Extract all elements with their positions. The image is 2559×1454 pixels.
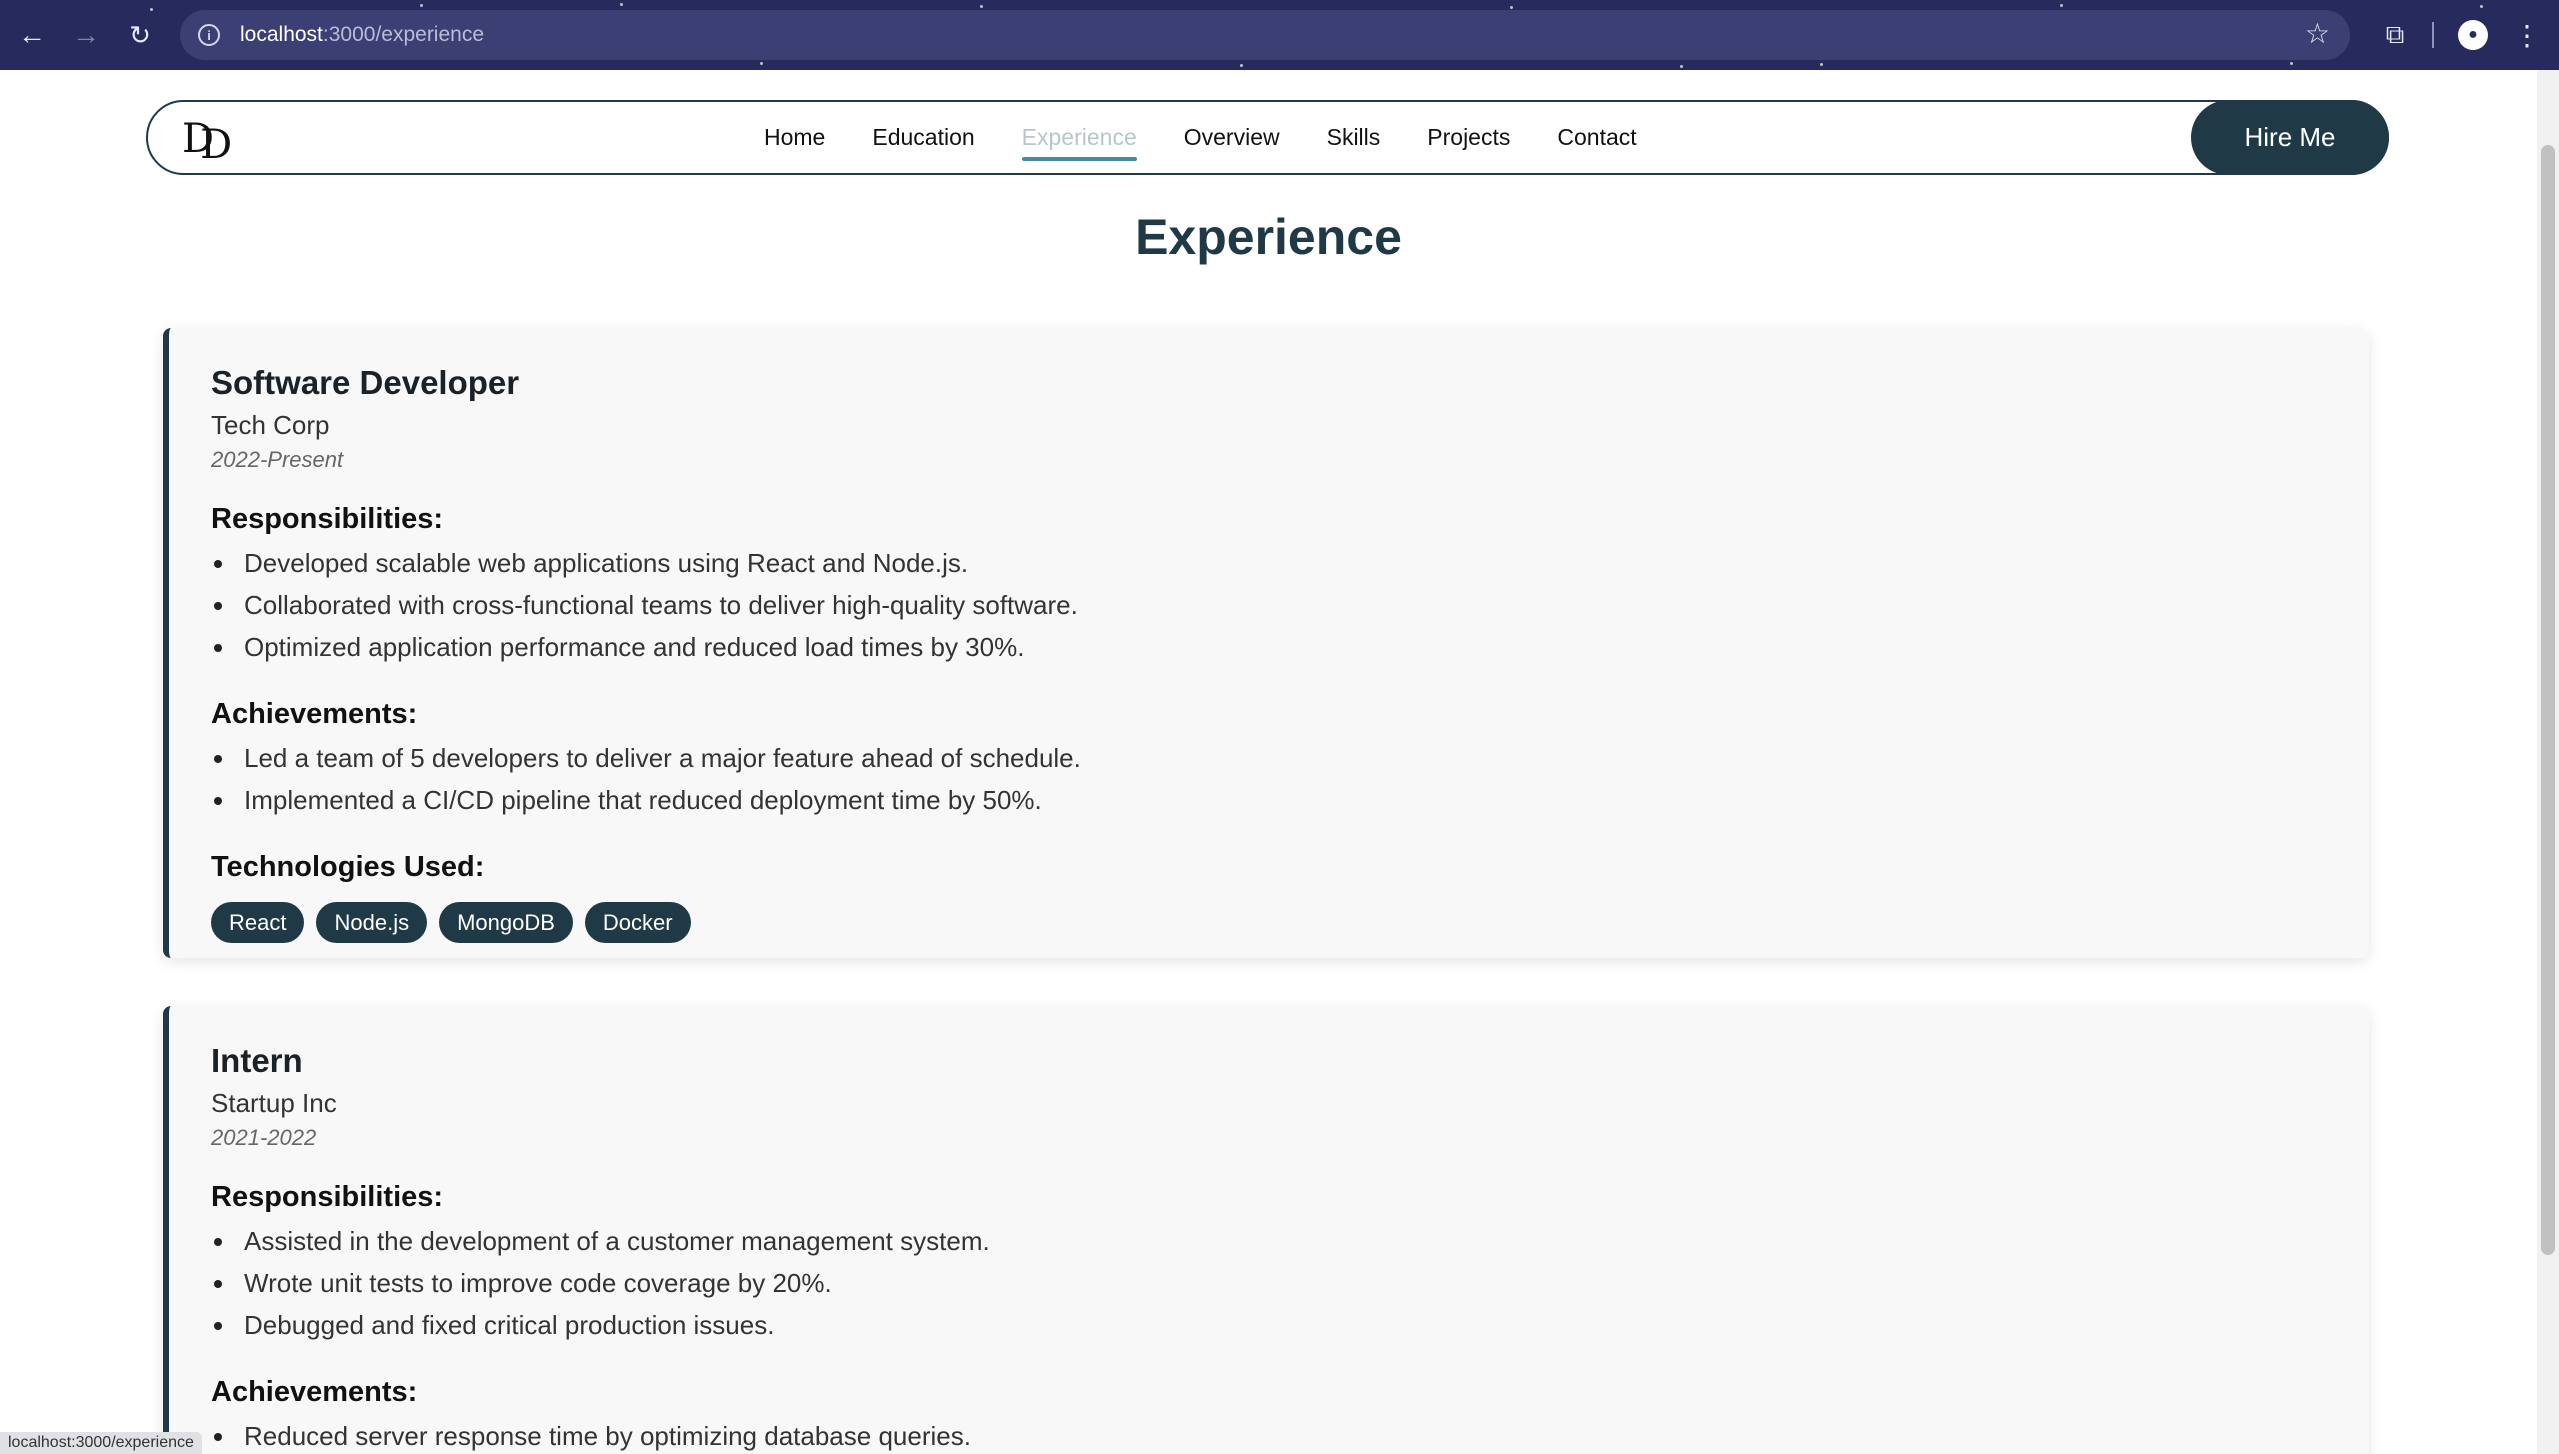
list-item: Implemented a CI/CD pipeline that reduce…: [211, 779, 2369, 821]
star-icon[interactable]: ☆: [2305, 20, 2330, 48]
job-period: 2021-2022: [211, 1125, 317, 1150]
achievements-heading: Achievements:: [211, 698, 418, 730]
scrollbar[interactable]: [2537, 70, 2559, 1454]
list-item: Optimized application performance and re…: [211, 626, 2369, 668]
list-item: Reduced server response time by optimizi…: [211, 1415, 2369, 1454]
nav-link-projects[interactable]: Projects: [1427, 118, 1510, 157]
nav-link-overview[interactable]: Overview: [1184, 118, 1280, 157]
hire-me-button[interactable]: Hire Me: [2191, 100, 2389, 175]
nav-links: Home Education Experience Overview Skill…: [764, 102, 1684, 173]
site-navbar: DD Home Education Experience Overview Sk…: [146, 100, 2389, 175]
experience-card: Intern Startup Inc 2021-2022 Responsibil…: [163, 1006, 2369, 1454]
toolbar-divider: [2432, 22, 2434, 48]
list-item: Assisted in the development of a custome…: [211, 1220, 2369, 1262]
link-status-bubble: localhost:3000/experience: [0, 1432, 202, 1454]
responsibilities-heading: Responsibilities:: [211, 503, 444, 535]
kebab-menu-icon[interactable]: ⋮: [2513, 15, 2541, 55]
list-item: Debugged and fixed critical production i…: [211, 1304, 2369, 1346]
profile-icon[interactable]: ●: [2458, 20, 2488, 50]
job-period: 2022-Present: [211, 447, 344, 472]
responsibilities-list: Assisted in the development of a custome…: [211, 1220, 2369, 1346]
url-path: :3000/experience: [322, 23, 485, 46]
technologies-heading: Technologies Used:: [211, 851, 485, 883]
reload-button[interactable]: ↻: [120, 15, 160, 55]
page-title: Experience: [1135, 209, 1402, 265]
address-bar-url[interactable]: localhost:3000/experience: [240, 23, 484, 47]
arrow-left-icon: ←: [18, 19, 46, 50]
forward-button[interactable]: →: [66, 15, 106, 55]
scrollbar-thumb[interactable]: [2541, 145, 2555, 1255]
job-title: Intern: [211, 1042, 303, 1079]
page-viewport: DD Home Education Experience Overview Sk…: [0, 70, 2559, 1454]
tech-tag: MongoDB: [439, 902, 573, 943]
job-title: Software Developer: [211, 364, 520, 401]
nav-link-experience[interactable]: Experience: [1021, 118, 1137, 161]
nav-link-home[interactable]: Home: [764, 118, 825, 157]
nav-link-skills[interactable]: Skills: [1327, 118, 1381, 157]
achievements-heading: Achievements:: [211, 1376, 418, 1408]
responsibilities-heading: Responsibilities:: [211, 1181, 444, 1213]
tech-tag: React: [211, 902, 305, 943]
browser-toolbar: ← → ↻ i localhost:3000/experience ☆ ⧉ ● …: [0, 0, 2559, 70]
tech-tag: Node.js: [316, 902, 428, 943]
url-host: localhost: [240, 23, 323, 46]
arrow-right-icon: →: [72, 19, 100, 50]
list-item: Led a team of 5 developers to deliver a …: [211, 737, 2369, 779]
address-bar[interactable]: i localhost:3000/experience ☆: [180, 10, 2350, 60]
company-name: Startup Inc: [211, 1088, 337, 1118]
list-item: Developed scalable web applications usin…: [211, 542, 2369, 584]
info-icon[interactable]: i: [198, 24, 220, 46]
company-name: Tech Corp: [211, 410, 330, 440]
list-item: Wrote unit tests to improve code coverag…: [211, 1262, 2369, 1304]
nav-link-contact[interactable]: Contact: [1557, 118, 1636, 157]
experience-card: Software Developer Tech Corp 2022-Presen…: [163, 328, 2369, 958]
puzzle-icon[interactable]: ⧉: [2375, 15, 2415, 55]
achievements-list: Reduced server response time by optimizi…: [211, 1415, 2369, 1454]
logo[interactable]: DD: [182, 116, 232, 168]
tech-tag: Docker: [584, 902, 691, 943]
back-button[interactable]: ←: [12, 15, 52, 55]
list-item: Collaborated with cross-functional teams…: [211, 584, 2369, 626]
responsibilities-list: Developed scalable web applications usin…: [211, 542, 2369, 668]
achievements-list: Led a team of 5 developers to deliver a …: [211, 737, 2369, 821]
nav-link-education[interactable]: Education: [872, 118, 974, 157]
technology-tags: React Node.js MongoDB Docker: [211, 902, 2369, 943]
reload-icon: ↻: [129, 20, 151, 50]
